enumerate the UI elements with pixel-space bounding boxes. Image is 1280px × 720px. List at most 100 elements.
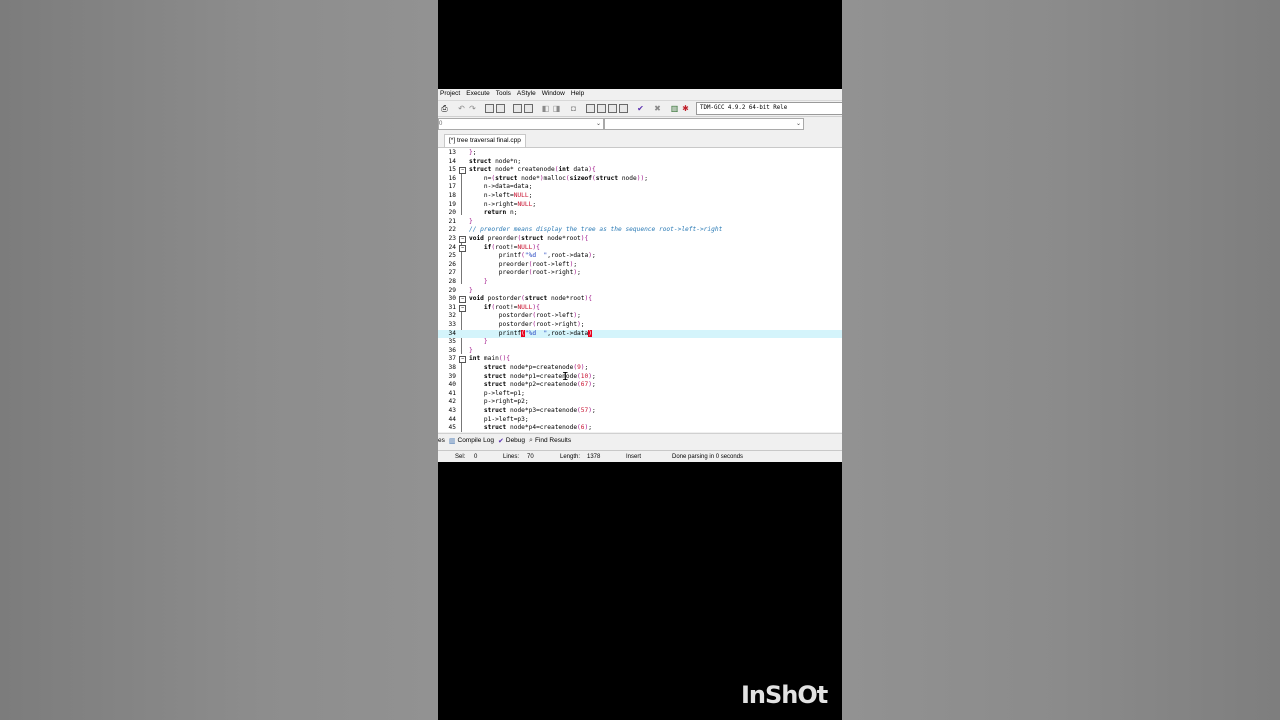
unindent-icon[interactable] <box>524 104 533 113</box>
code-text: n->right=NULL; <box>469 200 537 208</box>
status-mode: Insert <box>626 454 642 460</box>
code-text: preorder(root->right); <box>469 269 581 277</box>
line-number: 31 <box>448 303 456 311</box>
redo-icon[interactable]: ↷ <box>468 104 477 113</box>
replace-icon[interactable] <box>496 104 505 113</box>
tab-find-results[interactable]: ⌕ Find Results <box>529 437 571 445</box>
code-line-17[interactable]: 17 n->data=data; <box>438 183 842 192</box>
fold-toggle-icon[interactable]: − <box>459 304 466 312</box>
bookmark-prev-icon[interactable]: ◧ <box>541 104 550 113</box>
code-text: int main(){ <box>469 355 511 363</box>
symbol-combo[interactable]: ⌄ <box>604 118 804 130</box>
layout-icon[interactable] <box>619 104 628 113</box>
menu-help[interactable]: Help <box>571 89 584 99</box>
line-number: 44 <box>448 415 456 423</box>
code-line-45[interactable]: 45 struct node*p4=createnode(6); <box>438 424 842 432</box>
code-line-15[interactable]: 15− struct node* createnode(int data){ <box>438 166 842 175</box>
code-line-35[interactable]: 35 } <box>438 338 842 347</box>
line-number: 33 <box>448 321 456 328</box>
code-line-43[interactable]: 43 struct node*p3=createnode(57); <box>438 407 842 416</box>
check-icon[interactable]: ✔ <box>636 104 645 113</box>
menu-project[interactable]: Project <box>440 89 460 99</box>
code-line-33[interactable]: 33 postorder(root->right); <box>438 321 842 330</box>
menu-astyle[interactable]: AStyle <box>517 89 536 99</box>
code-text: void preorder(struct node*root){ <box>469 235 589 242</box>
code-text: if(root!=NULL){ <box>483 243 540 251</box>
line-number: 39 <box>448 372 456 380</box>
blurred-background-left <box>0 0 438 720</box>
menu-tools[interactable]: Tools <box>496 89 511 99</box>
code-line-37[interactable]: 37− int main(){ <box>438 355 842 364</box>
chart-icon: ▥ <box>448 437 456 445</box>
code-text: // preorder means display the tree as th… <box>469 226 723 234</box>
code-line-27[interactable]: 27 preorder(root->right); <box>438 269 842 278</box>
mouse-text-cursor-icon: I <box>562 369 569 383</box>
tab-debug[interactable]: ✔ Debug <box>498 437 525 445</box>
indent-icon[interactable] <box>513 104 522 113</box>
code-text: p->left=p1; <box>469 389 525 397</box>
code-line-39[interactable]: 39 struct node*p1=createnode(10); <box>438 373 842 382</box>
fold-toggle-icon[interactable]: − <box>459 356 466 364</box>
compiler-select[interactable]: TDM-GCC 4.9.2 64-bit Rele <box>696 102 842 115</box>
window-icon[interactable] <box>608 104 617 113</box>
code-line-18[interactable]: 18 n->left=NULL; <box>438 192 842 201</box>
code-line-22[interactable]: 22 // preorder means display the tree as … <box>438 226 842 235</box>
file-tabs: [*] tree traversal final.cpp <box>438 133 842 148</box>
code-text: return n; <box>483 209 518 217</box>
code-line-19[interactable]: 19 n->right=NULL; <box>438 201 842 210</box>
code-line-25[interactable]: 25 printf("%d ",root->data); <box>438 252 842 261</box>
status-message: Done parsing in 0 seconds <box>672 454 744 460</box>
bookmark-next-icon[interactable]: ◨ <box>552 104 561 113</box>
toolbar: ⎙ ↶ ↷ ◧ ◨ ◘ ✔ ✖ ▥ ✱ TDM-GCC 4.9.2 64-bit… <box>438 100 842 117</box>
code-line-30[interactable]: 30− void postorder(struct node*root){ <box>438 295 842 304</box>
code-line-23[interactable]: 23− void preorder(struct node*root){ <box>438 235 842 244</box>
undo-icon[interactable]: ↶ <box>457 104 466 113</box>
code-text: struct node*p1=createnode(10); <box>483 372 596 380</box>
code-text: }; <box>469 149 477 156</box>
code-line-40[interactable]: 40 struct node*p2=createnode(67); <box>438 381 842 390</box>
code-text: struct node*p2=createnode(67); <box>483 381 596 389</box>
menu-window[interactable]: Window <box>542 89 565 99</box>
code-line-28[interactable]: 28 } <box>438 278 842 287</box>
code-text: } <box>483 338 488 346</box>
line-number: 15 <box>448 166 456 174</box>
scope-combo[interactable]: 0 ⌄ <box>438 118 604 130</box>
code-line-44[interactable]: 44 p1->left=p3; <box>438 416 842 425</box>
code-line-42[interactable]: 42 p->right=p2; <box>438 398 842 407</box>
code-line-20[interactable]: 20 return n; <box>438 209 842 218</box>
code-line-29[interactable]: 29} <box>438 287 842 296</box>
code-line-16[interactable]: 16 n=(struct node*)malloc(sizeof(struct … <box>438 175 842 184</box>
line-number: 21 <box>448 217 456 225</box>
status-lines-label: Lines: <box>503 454 520 460</box>
code-line-41[interactable]: 41 p->left=p1; <box>438 390 842 399</box>
menu-execute[interactable]: Execute <box>466 89 490 99</box>
fold-toggle-icon[interactable]: − <box>459 167 466 175</box>
fold-toggle-icon[interactable]: − <box>459 296 466 304</box>
goto-icon[interactable]: ◘ <box>569 104 578 113</box>
check-icon: ✔ <box>498 437 504 445</box>
code-line-34[interactable]: 34 printf("%d ",root->data) <box>438 329 842 339</box>
code-line-26[interactable]: 26 preorder(root->left); <box>438 261 842 270</box>
code-editor[interactable]: 13}; 14 struct node*n; 15− struct node* crea… <box>438 148 842 432</box>
code-line-31[interactable]: 31− if(root!=NULL){ <box>438 304 842 313</box>
status-sel-value: 0 <box>474 454 478 460</box>
code-line-24[interactable]: 24− if(root!=NULL){ <box>438 244 842 253</box>
line-number: 32 <box>448 312 456 320</box>
grid-icon[interactable] <box>597 104 606 113</box>
debug-icon[interactable]: ✱ <box>681 104 690 113</box>
new-class-icon[interactable] <box>586 104 595 113</box>
file-tab-active[interactable]: [*] tree traversal final.cpp <box>444 134 526 147</box>
code-line-14[interactable]: 14 struct node*n; <box>438 158 842 167</box>
code-line-38[interactable]: 38 struct node*p=createnode(9); <box>438 364 842 373</box>
tab-compiler[interactable]: es <box>438 437 445 444</box>
chart-icon[interactable]: ▥ <box>670 104 679 113</box>
fold-toggle-icon[interactable]: − <box>459 244 466 252</box>
fold-toggle-icon[interactable]: − <box>459 236 466 243</box>
code-line-13[interactable]: 13}; <box>438 149 842 158</box>
find-icon[interactable] <box>485 104 494 113</box>
stop-icon[interactable]: ✖ <box>653 104 662 113</box>
code-line-32[interactable]: 32 postorder(root->left); <box>438 312 842 321</box>
print-icon[interactable]: ⎙ <box>440 104 449 113</box>
code-text: } <box>469 286 473 294</box>
tab-compile-log[interactable]: ▥ Compile Log <box>449 437 494 445</box>
